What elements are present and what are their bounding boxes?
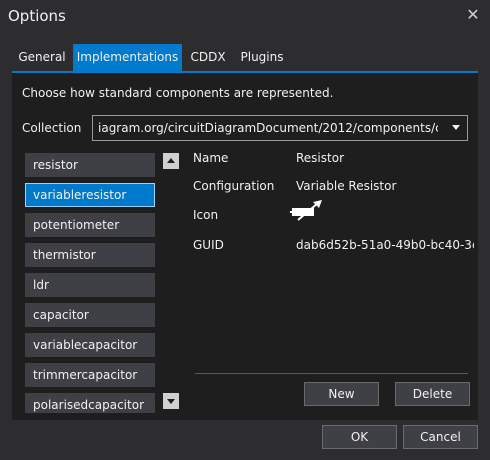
implementations-panel: Choose how standard components are repre…	[12, 73, 478, 420]
collection-value: iagram.org/circuitDiagramDocument/2012/c…	[98, 121, 438, 135]
name-label: Name	[193, 151, 229, 165]
configuration-value: Variable Resistor	[296, 179, 397, 193]
list-item[interactable]: polarisedcapacitor	[25, 393, 155, 413]
new-button[interactable]: New	[304, 382, 379, 406]
scroll-down-button[interactable]	[163, 393, 179, 409]
tab-general[interactable]: General	[12, 44, 72, 71]
list-item[interactable]: trimmercapacitor	[25, 363, 155, 387]
instruction-text: Choose how standard components are repre…	[22, 86, 334, 100]
divider	[195, 373, 468, 374]
icon-label: Icon	[193, 208, 219, 222]
collection-label: Collection	[22, 121, 82, 135]
list-item[interactable]: thermistor	[25, 243, 155, 267]
component-list[interactable]: resistor variableresistor potentiometer …	[25, 153, 157, 413]
list-item[interactable]: variableresistor	[25, 183, 155, 207]
guid-label: GUID	[193, 238, 224, 252]
chevron-down-icon	[452, 125, 460, 130]
list-item[interactable]: resistor	[25, 153, 155, 177]
tab-plugins[interactable]: Plugins	[234, 44, 290, 71]
title-bar: Options ✕	[0, 0, 490, 34]
delete-button[interactable]: Delete	[395, 382, 470, 406]
scroll-up-button[interactable]	[163, 153, 179, 169]
list-item[interactable]: potentiometer	[25, 213, 155, 237]
chevron-up-icon	[167, 158, 175, 163]
tab-cddx[interactable]: CDDX	[184, 44, 232, 71]
cancel-button[interactable]: Cancel	[403, 425, 478, 449]
guid-value: dab6d52b-51a0-49b0-bc40-3cda'	[296, 238, 474, 252]
list-item[interactable]: ldr	[25, 273, 155, 297]
tab-strip: General Implementations CDDX Plugins	[12, 44, 478, 71]
ok-button[interactable]: OK	[322, 425, 397, 449]
configuration-label: Configuration	[193, 179, 275, 193]
variable-resistor-icon	[290, 200, 322, 221]
collection-dropdown[interactable]: iagram.org/circuitDiagramDocument/2012/c…	[92, 115, 468, 141]
name-value: Resistor	[296, 151, 344, 165]
close-icon[interactable]: ✕	[464, 6, 482, 24]
tab-implementations[interactable]: Implementations	[73, 44, 182, 71]
list-item[interactable]: capacitor	[25, 303, 155, 327]
list-item[interactable]: variablecapacitor	[25, 333, 155, 357]
window-title: Options	[8, 7, 66, 25]
chevron-down-icon	[167, 399, 175, 404]
